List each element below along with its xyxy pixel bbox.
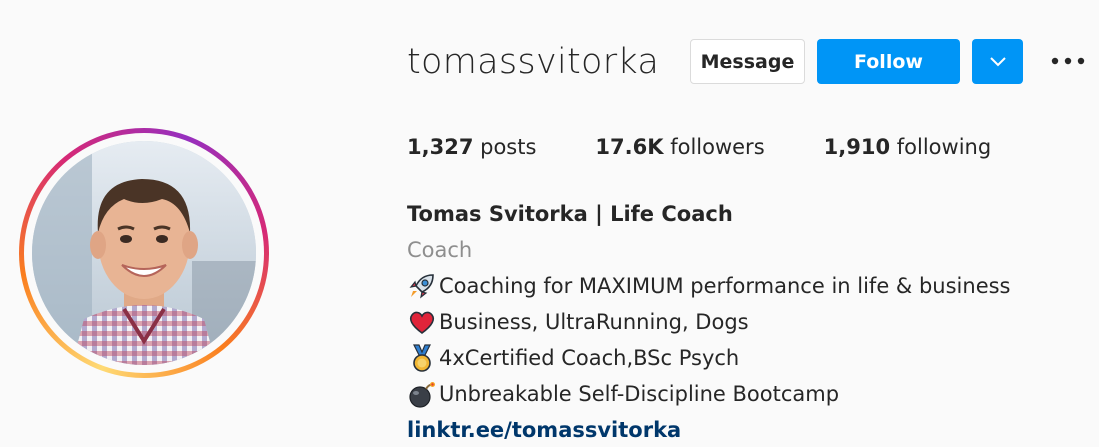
bio-line: Coaching for MAXIMUM performance in life… — [407, 268, 1011, 304]
bomb-icon — [407, 379, 437, 409]
profile-display-name: Tomas Svitorka | Life Coach — [407, 202, 733, 226]
posts-count: 1,327 — [407, 135, 474, 159]
chevron-down-icon — [989, 56, 1006, 66]
bio-line-text: 4xCertified Coach,BSc Psych — [439, 346, 740, 370]
more-options-button[interactable] — [1048, 45, 1088, 77]
following-label: following — [896, 135, 992, 159]
suggested-accounts-dropdown-button[interactable] — [972, 39, 1023, 84]
profile-avatar[interactable] — [32, 141, 256, 365]
profile-username: tomassvitorka — [407, 42, 660, 82]
profile-category: Coach — [407, 238, 473, 262]
bio-line: 4xCertified Coach,BSc Psych — [407, 340, 1011, 376]
bio-line-text: Business, UltraRunning, Dogs — [439, 310, 749, 334]
more-options-icon — [1051, 57, 1085, 65]
profile-avatar-story-ring[interactable] — [19, 128, 269, 378]
posts-stat: 1,327 posts — [407, 131, 536, 163]
medal-icon — [407, 343, 437, 373]
follow-button[interactable]: Follow — [817, 39, 960, 84]
avatar-photo — [32, 141, 256, 365]
bio-line-text: Coaching for MAXIMUM performance in life… — [439, 274, 1011, 298]
posts-label: posts — [480, 135, 537, 159]
followers-label: followers — [670, 135, 765, 159]
followers-stat[interactable]: 17.6K followers — [595, 131, 764, 163]
bio-line-text: Unbreakable Self-Discipline Bootcamp — [439, 382, 840, 406]
profile-bio: Tomas Svitorka | Life Coach Coach Coachi… — [407, 196, 1011, 447]
profile-page: tomassvitorka Message Follow 1,327 posts… — [0, 0, 1099, 447]
following-stat[interactable]: 1,910 following — [824, 131, 992, 163]
bio-line: Unbreakable Self-Discipline Bootcamp — [407, 376, 1011, 412]
profile-stats: 1,327 posts 17.6K followers 1,910 follow… — [407, 131, 1050, 163]
followers-count: 17.6K — [595, 135, 664, 159]
following-count: 1,910 — [823, 135, 891, 159]
message-button[interactable]: Message — [690, 39, 805, 84]
rocket-icon — [407, 271, 437, 301]
bio-line: Business, UltraRunning, Dogs — [407, 304, 1011, 340]
red-heart-icon — [407, 307, 437, 337]
profile-external-link[interactable]: linktr.ee/tomassvitorka — [407, 412, 1011, 447]
